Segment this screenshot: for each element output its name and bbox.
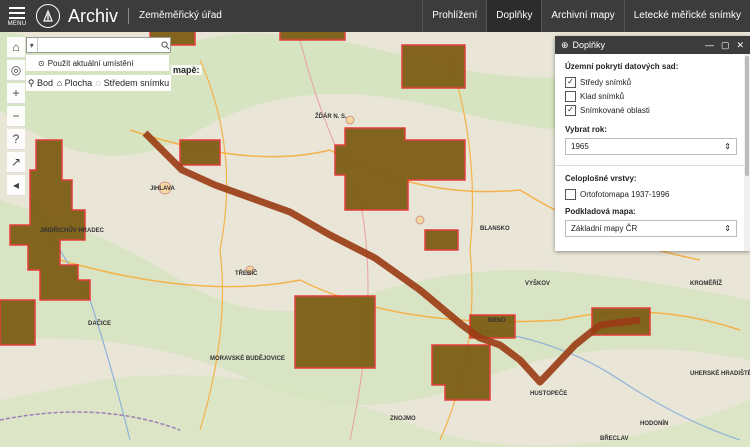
search-icon[interactable]: [161, 40, 171, 50]
home-icon[interactable]: ⌂: [7, 37, 25, 58]
svg-text:DAČICE: DAČICE: [88, 320, 111, 327]
external-link-icon[interactable]: ↗: [7, 152, 25, 173]
svg-text:KROMĚŘÍŽ: KROMĚŘÍŽ: [690, 279, 722, 287]
year-title: Vybrat rok:: [565, 125, 607, 134]
nav-archivni-mapy[interactable]: Archivní mapy: [541, 0, 623, 32]
header-bar: MENU Archiv Zeměměřický úřad Prohlížení …: [0, 0, 750, 32]
svg-text:TŘEBÍČ: TŘEBÍČ: [235, 269, 258, 277]
mode-area[interactable]: ⌂ Plocha: [57, 78, 92, 88]
coverage-title: Územní pokrytí datových sad:: [565, 62, 679, 71]
menu-button[interactable]: MENU: [0, 0, 34, 32]
base-map-title: Podkladová mapa:: [565, 207, 636, 216]
app-title: Archiv: [68, 5, 119, 26]
svg-text:VYŠKOV: VYŠKOV: [525, 279, 550, 287]
year-select[interactable]: 1965 ⇕: [565, 138, 737, 155]
svg-text:JINDŘICHŮV HRADEC: JINDŘICHŮV HRADEC: [40, 226, 105, 234]
selection-modes: ⚲ Bod ⌂ Plocha ◌ Středem snímku: [26, 75, 171, 91]
zoom-out-icon[interactable]: −: [7, 106, 25, 127]
maximize-icon[interactable]: ▢: [721, 40, 730, 51]
svg-text:ŽĎÁR N. S.: ŽĎÁR N. S.: [315, 112, 347, 120]
mode-center[interactable]: ◌ Středem snímku: [96, 78, 169, 88]
pin-icon: ⚲: [27, 77, 35, 88]
nav-doplnky[interactable]: Doplňky: [486, 0, 542, 32]
checkbox-snimkovane[interactable]: ✓ Snímkované oblasti: [565, 103, 742, 117]
nav-letecke-snimky[interactable]: Letecké měřické snímky: [623, 0, 750, 32]
app-subtitle: Zeměměřický úřad: [128, 8, 222, 24]
base-map-select[interactable]: Základní mapy ČR ⇕: [565, 220, 737, 237]
checkbox-stredy[interactable]: ✓ Středy snímků: [565, 75, 742, 89]
zoom-in-icon[interactable]: +: [7, 83, 25, 104]
svg-text:HODONÍN: HODONÍN: [640, 419, 668, 427]
svg-text:BLANSKO: BLANSKO: [480, 226, 510, 232]
location-pin-icon: ⊙: [38, 58, 45, 68]
notification-icon[interactable]: ◂: [7, 175, 25, 196]
menu-icon: [9, 6, 25, 9]
map-label: mapě:: [171, 65, 202, 75]
locate-icon[interactable]: ◎: [7, 60, 25, 81]
logo-icon: [36, 4, 60, 28]
svg-text:ZNOJMO: ZNOJMO: [390, 416, 416, 422]
use-location-option[interactable]: ⊙ Použít aktuální umístění: [26, 55, 169, 71]
search-input[interactable]: [37, 39, 161, 51]
svg-text:UHERSKÉ HRADIŠTĚ: UHERSKÉ HRADIŠTĚ: [690, 369, 750, 377]
panel-header: ⊕ Doplňky — ▢ ✕: [555, 36, 750, 54]
checkbox-checked[interactable]: ✓: [565, 76, 576, 88]
checkbox-unchecked[interactable]: [565, 188, 576, 200]
panel-title: Doplňky: [572, 40, 606, 50]
checkbox-klad[interactable]: Klad snímků: [565, 89, 742, 103]
doplnky-panel: ⊕ Doplňky — ▢ ✕ Územní pokrytí datových …: [555, 36, 750, 251]
map-toolbar: ⌂ ◎ + − ? ↗ ◂: [7, 37, 25, 198]
search-box: ▾: [26, 37, 171, 53]
updown-icon: ⇕: [724, 224, 731, 233]
minimize-icon[interactable]: —: [705, 40, 714, 51]
svg-text:BŘECLAV: BŘECLAV: [600, 434, 629, 442]
close-icon[interactable]: ✕: [736, 40, 744, 51]
plus-circle-icon: ⊕: [561, 39, 569, 50]
svg-text:HUSTOPEČE: HUSTOPEČE: [530, 390, 567, 397]
svg-text:MORAVSKÉ BUDĚJOVICE: MORAVSKÉ BUDĚJOVICE: [210, 354, 285, 362]
polygon-icon: ⌂: [56, 78, 63, 88]
svg-text:JIHLAVA: JIHLAVA: [150, 186, 175, 192]
menu-label: MENU: [7, 21, 27, 27]
full-layers-title: Celoplošné vrstvy:: [565, 174, 637, 183]
panel-scrollbar[interactable]: [744, 54, 750, 251]
mode-point[interactable]: ⚲ Bod: [28, 78, 53, 89]
help-icon[interactable]: ?: [7, 129, 25, 150]
nav-prohlizeni[interactable]: Prohlížení: [422, 0, 486, 32]
chevron-down-icon[interactable]: ▾: [27, 38, 38, 52]
checkbox-checked[interactable]: ✓: [565, 104, 576, 116]
main-nav: Prohlížení Doplňky Archivní mapy Letecké…: [422, 0, 750, 32]
circle-icon: ◌: [95, 78, 102, 88]
checkbox-unchecked[interactable]: [565, 90, 576, 102]
updown-icon: ⇕: [724, 142, 731, 151]
checkbox-ortofoto[interactable]: Ortofotomapa 1937-1996: [565, 187, 742, 201]
use-location-label: Použít aktuální umístění: [47, 58, 134, 68]
svg-text:BRNO: BRNO: [488, 318, 506, 324]
